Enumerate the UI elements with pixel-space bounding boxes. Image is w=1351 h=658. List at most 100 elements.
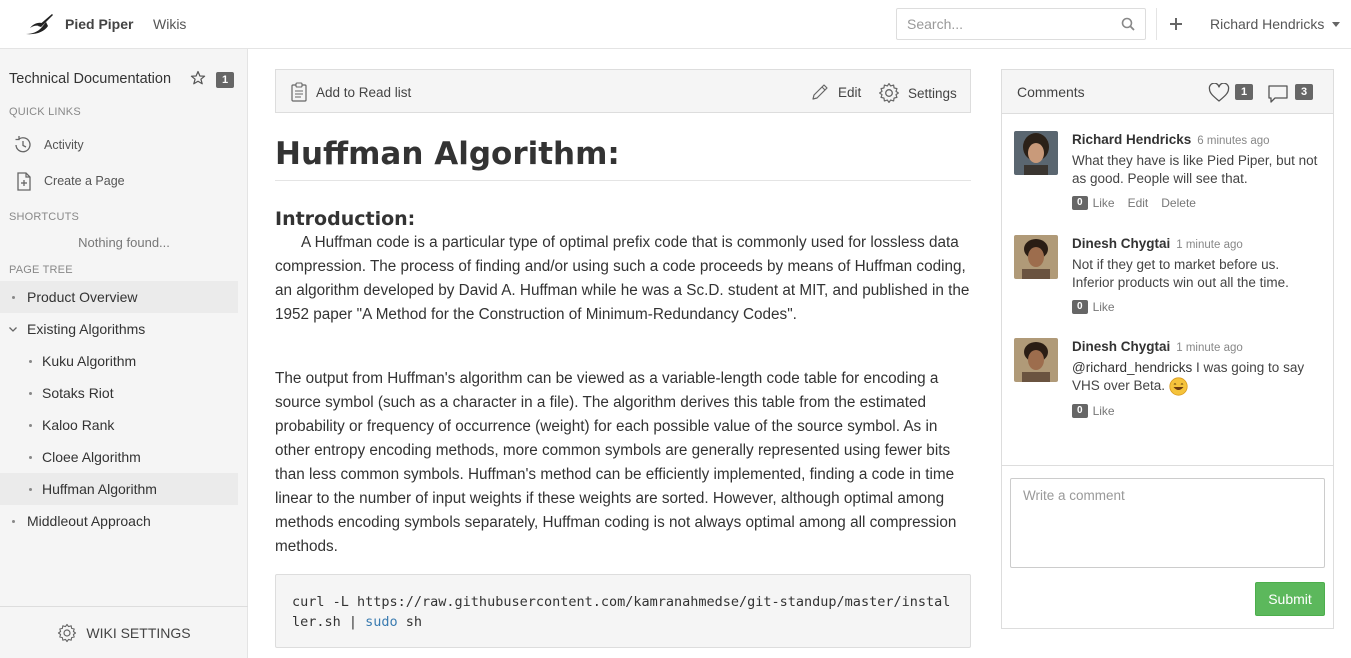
settings-label: Settings: [908, 85, 957, 101]
shortcuts-heading: SHORTCUTS: [9, 211, 80, 223]
comment-input[interactable]: [1010, 478, 1325, 568]
comment-bubble-icon[interactable]: [1267, 84, 1289, 104]
history-icon: [15, 136, 31, 153]
tree-item-label: Cloee Algorithm: [42, 449, 141, 465]
comment-text: Not if they get to market before us. Inf…: [1072, 257, 1289, 290]
paragraph-intro: A Huffman code is a particular type of o…: [275, 234, 970, 323]
smiley-emoji-icon: [1169, 377, 1188, 396]
tree-item-huffman-algorithm[interactable]: Huffman Algorithm: [0, 473, 238, 505]
quick-links-heading: QUICK LINKS: [9, 106, 81, 118]
add-page-icon: [17, 172, 31, 191]
brand-link[interactable]: Pied Piper: [65, 16, 133, 32]
wiki-title[interactable]: Technical Documentation: [9, 71, 171, 87]
heart-icon[interactable]: [1208, 83, 1230, 103]
clipboard-icon: [291, 82, 307, 102]
comment-actions: 0 Like: [1072, 300, 1322, 314]
like-count-badge: 1: [1235, 84, 1254, 100]
tree-item-label: Kaloo Rank: [42, 417, 115, 433]
paragraph-output: The output from Huffman's algorithm can …: [275, 370, 957, 555]
comment-author[interactable]: Richard Hendricks: [1072, 132, 1191, 147]
comments-title: Comments: [1017, 84, 1085, 100]
delete-link[interactable]: Delete: [1161, 196, 1196, 210]
search-input[interactable]: [897, 9, 1107, 39]
edit-button[interactable]: Edit: [810, 82, 861, 102]
mention-link[interactable]: @richard_hendricks: [1072, 360, 1192, 375]
navbar-divider: [1156, 8, 1157, 40]
comment-body: Dinesh Chygtai 1 minute ago Not if they g…: [1072, 235, 1322, 314]
wiki-settings-button[interactable]: WIKI SETTINGS: [0, 606, 248, 658]
comment-text: @richard_hendricks I was going to say VH…: [1072, 359, 1322, 396]
bullet-icon: [12, 296, 15, 299]
nav-wikis-link[interactable]: Wikis: [153, 16, 186, 32]
add-to-read-list-button[interactable]: Add to Read list: [290, 82, 411, 102]
like-link[interactable]: Like: [1093, 300, 1115, 314]
gear-icon: [58, 623, 77, 642]
settings-button[interactable]: Settings: [878, 82, 957, 104]
quick-link-activity[interactable]: Activity: [12, 134, 84, 156]
page-tree-heading: PAGE TREE: [9, 264, 73, 276]
avatar[interactable]: [1014, 338, 1058, 382]
quick-link-create-page[interactable]: Create a Page: [12, 170, 125, 192]
tree-item-label: Sotaks Riot: [42, 385, 114, 401]
add-icon[interactable]: [1170, 14, 1188, 34]
comments-panel: Comments 1 3 Richard Hendricks 6 minutes …: [1001, 69, 1334, 629]
comment-actions: 0 Like: [1072, 404, 1322, 418]
avatar[interactable]: [1014, 235, 1058, 279]
bullet-icon: [29, 424, 32, 427]
shortcuts-empty-text: Nothing found...: [78, 235, 170, 250]
read-list-label: Add to Read list: [316, 84, 412, 100]
comment-body: Richard Hendricks 6 minutes ago What they…: [1072, 131, 1322, 210]
tree-item-product-overview[interactable]: Product Overview: [0, 281, 238, 313]
comment-text: What they have is like Pied Piper, but n…: [1072, 153, 1318, 186]
tree-item-label: Kuku Algorithm: [42, 353, 137, 369]
comment-author[interactable]: Dinesh Chygtai: [1072, 339, 1170, 354]
bullet-icon: [29, 392, 32, 395]
tree-item-kuku-algorithm[interactable]: Kuku Algorithm: [0, 345, 238, 377]
sidebar: Technical Documentation 1 QUICK LINKS Ac…: [0, 49, 248, 658]
comment-actions: 0 Like Edit Delete: [1072, 196, 1322, 210]
avatar[interactable]: [1014, 131, 1058, 175]
like-count-badge: 0: [1072, 404, 1088, 418]
star-icon[interactable]: [190, 70, 206, 86]
comment-time: 1 minute ago: [1176, 239, 1243, 251]
page-title: Huffman Algorithm:: [275, 136, 971, 181]
comment-count-badge: 3: [1295, 84, 1314, 100]
user-name: Richard Hendricks: [1210, 16, 1325, 32]
quick-link-label: Create a Page: [44, 174, 125, 188]
search-icon[interactable]: [1121, 17, 1135, 31]
quick-link-label: Activity: [44, 138, 84, 152]
edit-link[interactable]: Edit: [1128, 196, 1149, 210]
tree-item-middleout-approach[interactable]: Middleout Approach: [0, 505, 238, 537]
user-menu[interactable]: Richard Hendricks: [1210, 16, 1341, 32]
tree-item-sotaks-riot[interactable]: Sotaks Riot: [0, 377, 238, 409]
chevron-down-icon[interactable]: [8, 324, 18, 334]
like-count-badge: 0: [1072, 196, 1088, 210]
code-keyword: sudo: [365, 614, 398, 630]
bullet-icon: [12, 520, 15, 523]
comment-form: Submit: [1002, 465, 1333, 629]
caret-down-icon: [1332, 21, 1341, 27]
wiki-settings-label: WIKI SETTINGS: [86, 624, 191, 641]
edit-label: Edit: [838, 84, 862, 100]
page-toolbar: Add to Read list Edit Settings: [275, 69, 971, 113]
submit-button[interactable]: Submit: [1255, 582, 1325, 616]
search-box: [896, 8, 1146, 40]
code-block: curl -L https://raw.githubusercontent.co…: [275, 574, 971, 648]
comment-author[interactable]: Dinesh Chygtai: [1072, 236, 1170, 251]
comment-time: 1 minute ago: [1176, 342, 1243, 354]
pied-piper-logo-icon[interactable]: [24, 12, 56, 36]
star-count-badge: 1: [216, 72, 235, 88]
tree-item-cloee-algorithm[interactable]: Cloee Algorithm: [0, 441, 238, 473]
tree-item-label: Product Overview: [27, 289, 138, 305]
section-heading-introduction: Introduction:: [275, 208, 416, 230]
tree-item-kaloo-rank[interactable]: Kaloo Rank: [0, 409, 238, 441]
like-count-badge: 0: [1072, 300, 1088, 314]
tree-item-label: Existing Algorithms: [27, 321, 146, 337]
like-link[interactable]: Like: [1093, 196, 1115, 210]
bullet-icon: [29, 360, 32, 363]
like-link[interactable]: Like: [1093, 404, 1115, 418]
tree-item-label: Middleout Approach: [27, 513, 151, 529]
tree-item-label: Huffman Algorithm: [42, 481, 157, 497]
comment-time: 6 minutes ago: [1197, 135, 1270, 147]
tree-item-existing-algorithms[interactable]: Existing Algorithms: [0, 313, 238, 345]
